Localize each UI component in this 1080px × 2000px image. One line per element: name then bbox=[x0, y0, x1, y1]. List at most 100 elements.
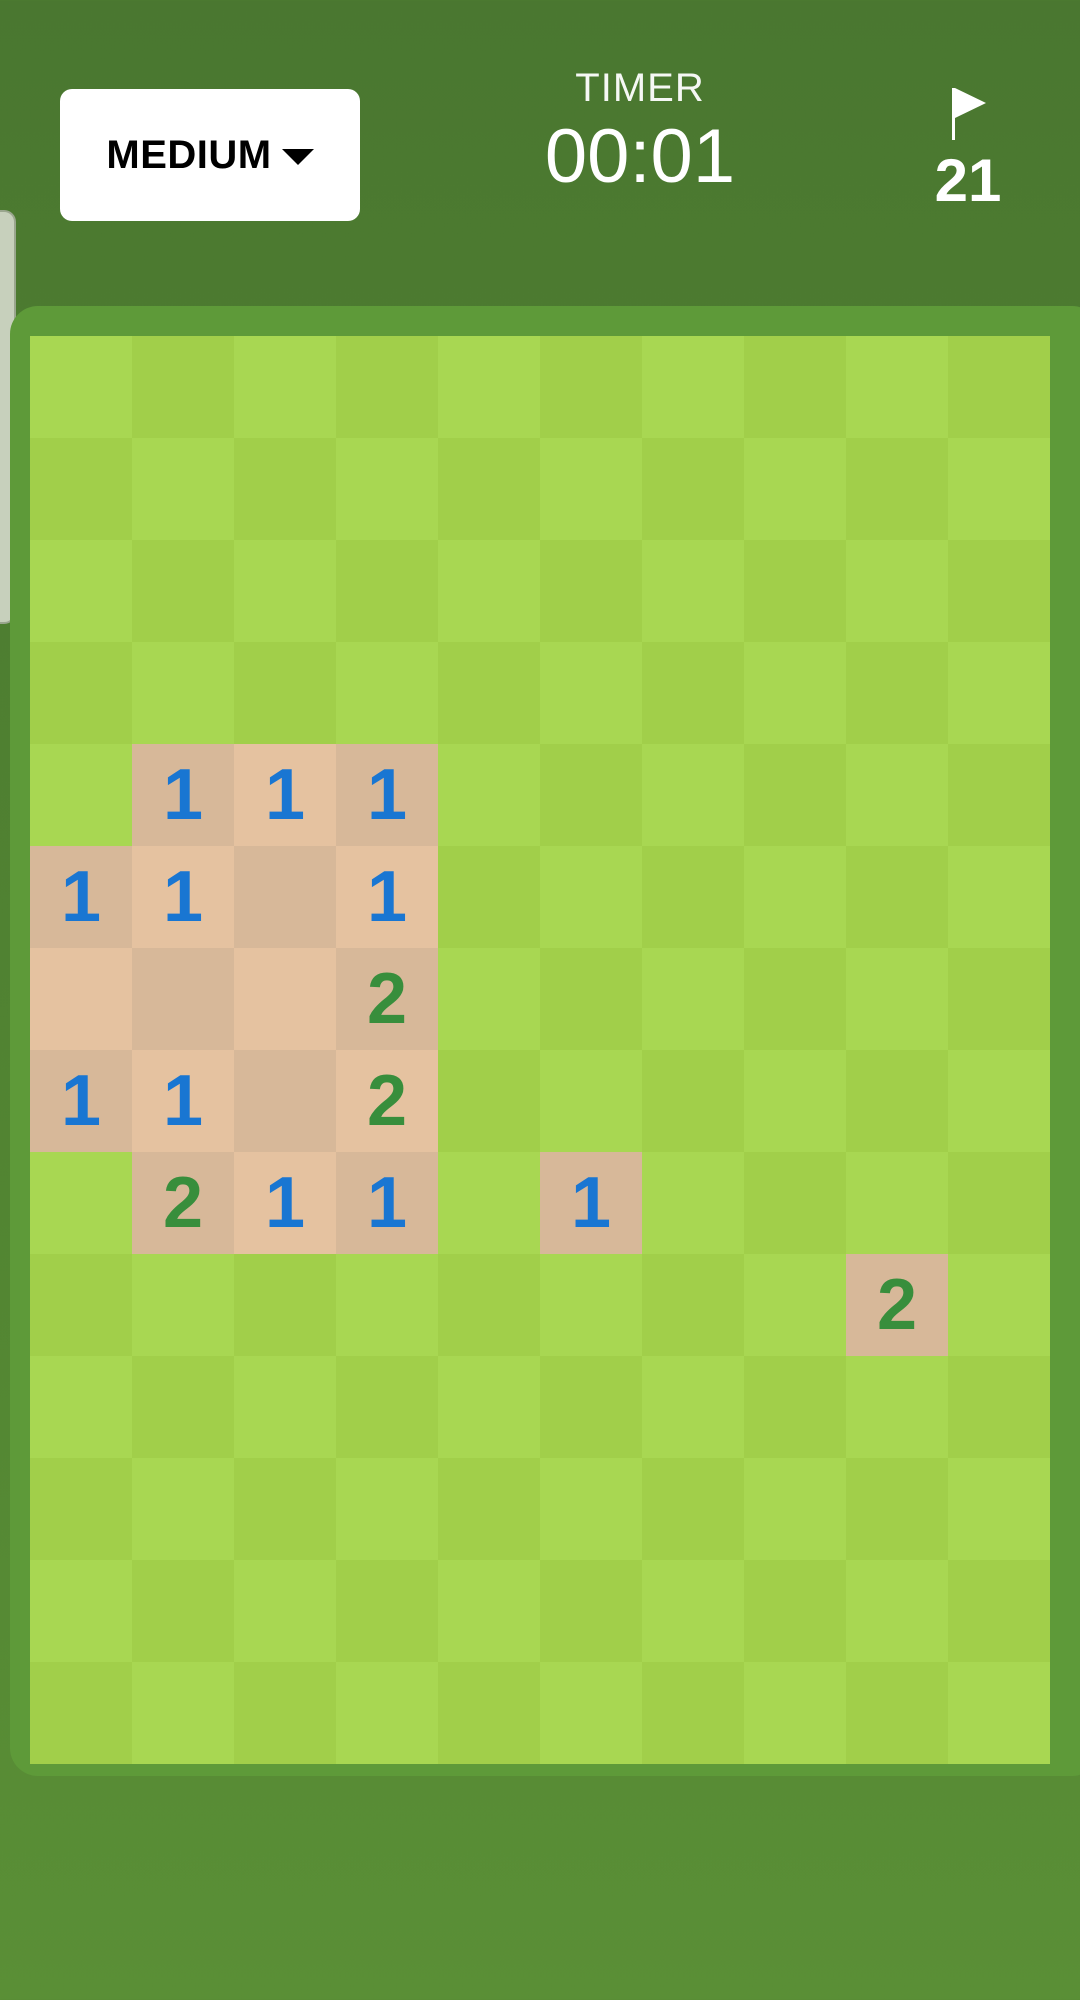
hidden-cell[interactable] bbox=[540, 1050, 642, 1152]
revealed-cell[interactable]: 2 bbox=[336, 1050, 438, 1152]
hidden-cell[interactable] bbox=[846, 744, 948, 846]
hidden-cell[interactable] bbox=[438, 1356, 540, 1458]
hidden-cell[interactable] bbox=[30, 540, 132, 642]
hidden-cell[interactable] bbox=[540, 1458, 642, 1560]
hidden-cell[interactable] bbox=[234, 642, 336, 744]
hidden-cell[interactable] bbox=[540, 1356, 642, 1458]
hidden-cell[interactable] bbox=[948, 642, 1050, 744]
hidden-cell[interactable] bbox=[438, 438, 540, 540]
revealed-cell[interactable] bbox=[234, 846, 336, 948]
hidden-cell[interactable] bbox=[642, 1356, 744, 1458]
hidden-cell[interactable] bbox=[642, 642, 744, 744]
hidden-cell[interactable] bbox=[948, 1356, 1050, 1458]
hidden-cell[interactable] bbox=[948, 1560, 1050, 1662]
hidden-cell[interactable] bbox=[336, 336, 438, 438]
hidden-cell[interactable] bbox=[948, 948, 1050, 1050]
hidden-cell[interactable] bbox=[948, 744, 1050, 846]
hidden-cell[interactable] bbox=[642, 1560, 744, 1662]
hidden-cell[interactable] bbox=[438, 1152, 540, 1254]
hidden-cell[interactable] bbox=[132, 1458, 234, 1560]
revealed-cell[interactable]: 1 bbox=[30, 846, 132, 948]
hidden-cell[interactable] bbox=[132, 336, 234, 438]
revealed-cell[interactable]: 1 bbox=[234, 1152, 336, 1254]
hidden-cell[interactable] bbox=[438, 1458, 540, 1560]
hidden-cell[interactable] bbox=[744, 642, 846, 744]
hidden-cell[interactable] bbox=[336, 1356, 438, 1458]
hidden-cell[interactable] bbox=[642, 744, 744, 846]
hidden-cell[interactable] bbox=[30, 1254, 132, 1356]
hidden-cell[interactable] bbox=[846, 336, 948, 438]
hidden-cell[interactable] bbox=[846, 540, 948, 642]
hidden-cell[interactable] bbox=[948, 1254, 1050, 1356]
revealed-cell[interactable]: 1 bbox=[234, 744, 336, 846]
hidden-cell[interactable] bbox=[30, 1662, 132, 1764]
hidden-cell[interactable] bbox=[336, 1560, 438, 1662]
hidden-cell[interactable] bbox=[846, 948, 948, 1050]
hidden-cell[interactable] bbox=[846, 1356, 948, 1458]
hidden-cell[interactable] bbox=[132, 1662, 234, 1764]
hidden-cell[interactable] bbox=[846, 642, 948, 744]
hidden-cell[interactable] bbox=[642, 1662, 744, 1764]
hidden-cell[interactable] bbox=[438, 846, 540, 948]
hidden-cell[interactable] bbox=[540, 744, 642, 846]
hidden-cell[interactable] bbox=[744, 948, 846, 1050]
hidden-cell[interactable] bbox=[642, 846, 744, 948]
hidden-cell[interactable] bbox=[744, 846, 846, 948]
hidden-cell[interactable] bbox=[948, 540, 1050, 642]
hidden-cell[interactable] bbox=[846, 1050, 948, 1152]
hidden-cell[interactable] bbox=[744, 540, 846, 642]
hidden-cell[interactable] bbox=[642, 1458, 744, 1560]
hidden-cell[interactable] bbox=[132, 1560, 234, 1662]
hidden-cell[interactable] bbox=[846, 438, 948, 540]
hidden-cell[interactable] bbox=[540, 642, 642, 744]
revealed-cell[interactable]: 1 bbox=[30, 1050, 132, 1152]
hidden-cell[interactable] bbox=[234, 1254, 336, 1356]
revealed-cell[interactable] bbox=[132, 948, 234, 1050]
revealed-cell[interactable] bbox=[234, 1050, 336, 1152]
hidden-cell[interactable] bbox=[336, 1458, 438, 1560]
hidden-cell[interactable] bbox=[540, 1662, 642, 1764]
hidden-cell[interactable] bbox=[642, 540, 744, 642]
hidden-cell[interactable] bbox=[336, 1254, 438, 1356]
revealed-cell[interactable]: 1 bbox=[336, 1152, 438, 1254]
hidden-cell[interactable] bbox=[132, 1356, 234, 1458]
hidden-cell[interactable] bbox=[744, 336, 846, 438]
hidden-cell[interactable] bbox=[540, 948, 642, 1050]
hidden-cell[interactable] bbox=[234, 336, 336, 438]
hidden-cell[interactable] bbox=[30, 1152, 132, 1254]
revealed-cell[interactable]: 1 bbox=[336, 744, 438, 846]
hidden-cell[interactable] bbox=[846, 1662, 948, 1764]
hidden-cell[interactable] bbox=[642, 1050, 744, 1152]
revealed-cell[interactable]: 1 bbox=[336, 846, 438, 948]
revealed-cell[interactable]: 2 bbox=[846, 1254, 948, 1356]
hidden-cell[interactable] bbox=[132, 438, 234, 540]
hidden-cell[interactable] bbox=[438, 1050, 540, 1152]
hidden-cell[interactable] bbox=[846, 1152, 948, 1254]
revealed-cell[interactable]: 1 bbox=[540, 1152, 642, 1254]
hidden-cell[interactable] bbox=[948, 336, 1050, 438]
hidden-cell[interactable] bbox=[540, 846, 642, 948]
revealed-cell[interactable]: 2 bbox=[132, 1152, 234, 1254]
difficulty-dropdown[interactable]: MEDIUM bbox=[60, 89, 360, 221]
hidden-cell[interactable] bbox=[234, 1356, 336, 1458]
hidden-cell[interactable] bbox=[642, 1152, 744, 1254]
hidden-cell[interactable] bbox=[540, 540, 642, 642]
hidden-cell[interactable] bbox=[438, 1254, 540, 1356]
hidden-cell[interactable] bbox=[846, 846, 948, 948]
hidden-cell[interactable] bbox=[438, 642, 540, 744]
hidden-cell[interactable] bbox=[744, 1152, 846, 1254]
hidden-cell[interactable] bbox=[642, 1254, 744, 1356]
hidden-cell[interactable] bbox=[30, 1356, 132, 1458]
hidden-cell[interactable] bbox=[744, 1560, 846, 1662]
hidden-cell[interactable] bbox=[30, 1458, 132, 1560]
revealed-cell[interactable]: 1 bbox=[132, 1050, 234, 1152]
hidden-cell[interactable] bbox=[336, 642, 438, 744]
hidden-cell[interactable] bbox=[948, 1458, 1050, 1560]
hidden-cell[interactable] bbox=[438, 540, 540, 642]
hidden-cell[interactable] bbox=[30, 642, 132, 744]
hidden-cell[interactable] bbox=[948, 1662, 1050, 1764]
hidden-cell[interactable] bbox=[132, 1254, 234, 1356]
hidden-cell[interactable] bbox=[234, 540, 336, 642]
hidden-cell[interactable] bbox=[30, 336, 132, 438]
hidden-cell[interactable] bbox=[948, 846, 1050, 948]
